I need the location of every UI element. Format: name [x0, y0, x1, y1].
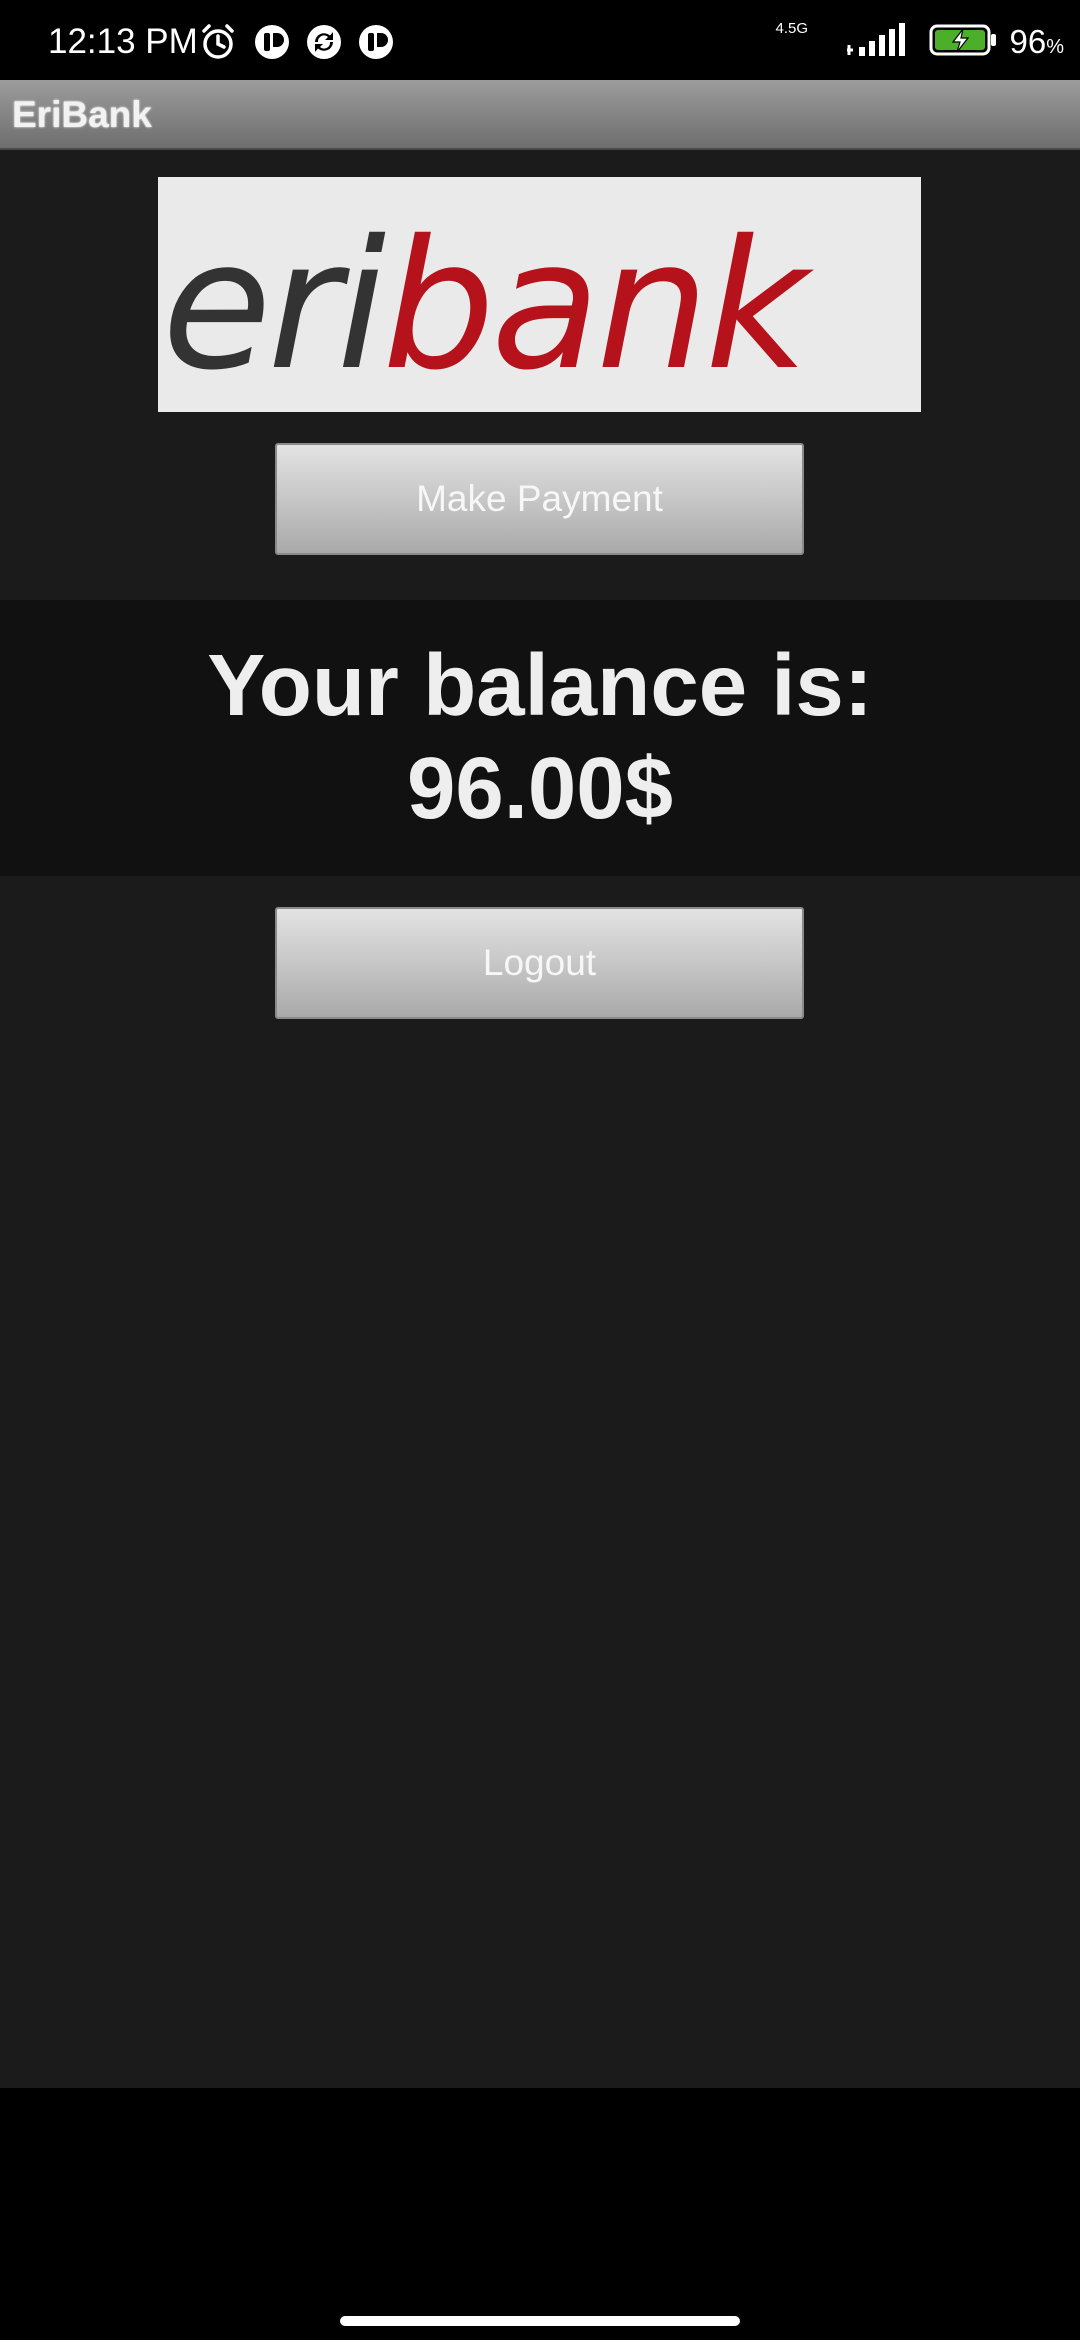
- battery-percent-value: 96: [1009, 23, 1047, 60]
- status-time: 12:13 PM: [48, 22, 198, 61]
- network-type-label: 4.5G: [775, 20, 809, 37]
- balance-amount: 96.00$: [406, 740, 674, 837]
- home-indicator[interactable]: [340, 2316, 740, 2326]
- logout-button[interactable]: Logout: [275, 907, 804, 1019]
- system-navigation-area: [0, 2088, 1080, 2340]
- logo-text-bank: bank: [382, 202, 814, 409]
- signal-icon: [845, 23, 915, 61]
- eribank-logo: eribank: [158, 177, 921, 412]
- balance-label: Your balance is:: [207, 637, 873, 734]
- balance-display: Your balance is: 96.00$: [0, 634, 1080, 840]
- notification-app-icon: [254, 24, 290, 60]
- app-title: EriBank: [12, 94, 152, 135]
- alarm-icon: [198, 22, 238, 62]
- main-content: eribank Make Payment Your balance is: 96…: [0, 150, 1080, 2088]
- svg-text:eribank: eribank: [162, 202, 814, 409]
- battery-charging-icon: [929, 23, 999, 61]
- logo-text-eri: eri: [162, 202, 386, 409]
- app-title-bar: EriBank: [0, 80, 1080, 150]
- status-bar: 12:13 PM 4.5G 96%: [0, 0, 1080, 80]
- battery-percent: 96%: [1009, 23, 1064, 61]
- make-payment-button[interactable]: Make Payment: [275, 443, 804, 555]
- status-notification-icons: [198, 22, 394, 62]
- status-system-icons: 4.5G 96%: [775, 20, 1064, 64]
- notification-app-icon: [358, 24, 394, 60]
- balance-panel: Your balance is: 96.00$: [0, 600, 1080, 876]
- sync-app-icon: [306, 24, 342, 60]
- battery-percent-unit: %: [1046, 36, 1064, 58]
